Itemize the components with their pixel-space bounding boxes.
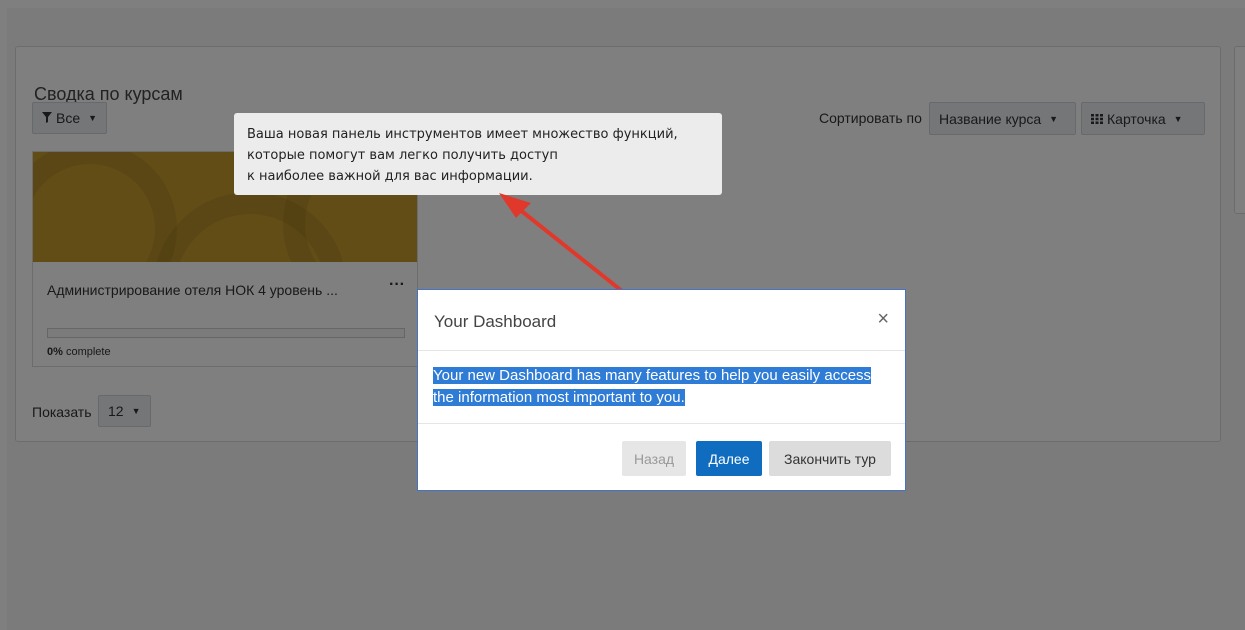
tooltip-line: к наиболее важной для вас информации. bbox=[247, 169, 533, 184]
tooltip-line: Ваша новая панель инструментов имеет мно… bbox=[247, 127, 678, 142]
end-tour-button[interactable]: Закончить тур bbox=[769, 441, 891, 476]
modal-footer: Назад Далее Закончить тур bbox=[418, 423, 905, 492]
modal-title: Your Dashboard bbox=[434, 312, 557, 331]
next-button[interactable]: Далее bbox=[696, 441, 762, 476]
tour-dialog: Your Dashboard × Your new Dashboard has … bbox=[417, 289, 906, 491]
back-button[interactable]: Назад bbox=[622, 441, 686, 476]
close-icon[interactable]: × bbox=[877, 308, 889, 331]
tooltip-line: которые помогут вам легко получить досту… bbox=[247, 148, 558, 163]
modal-body: Your new Dashboard has many features to … bbox=[433, 365, 895, 409]
modal-header: Your Dashboard × bbox=[418, 290, 905, 351]
translation-tooltip: Ваша новая панель инструментов имеет мно… bbox=[234, 113, 722, 195]
modal-body-text: Your new Dashboard has many features to … bbox=[433, 367, 872, 406]
